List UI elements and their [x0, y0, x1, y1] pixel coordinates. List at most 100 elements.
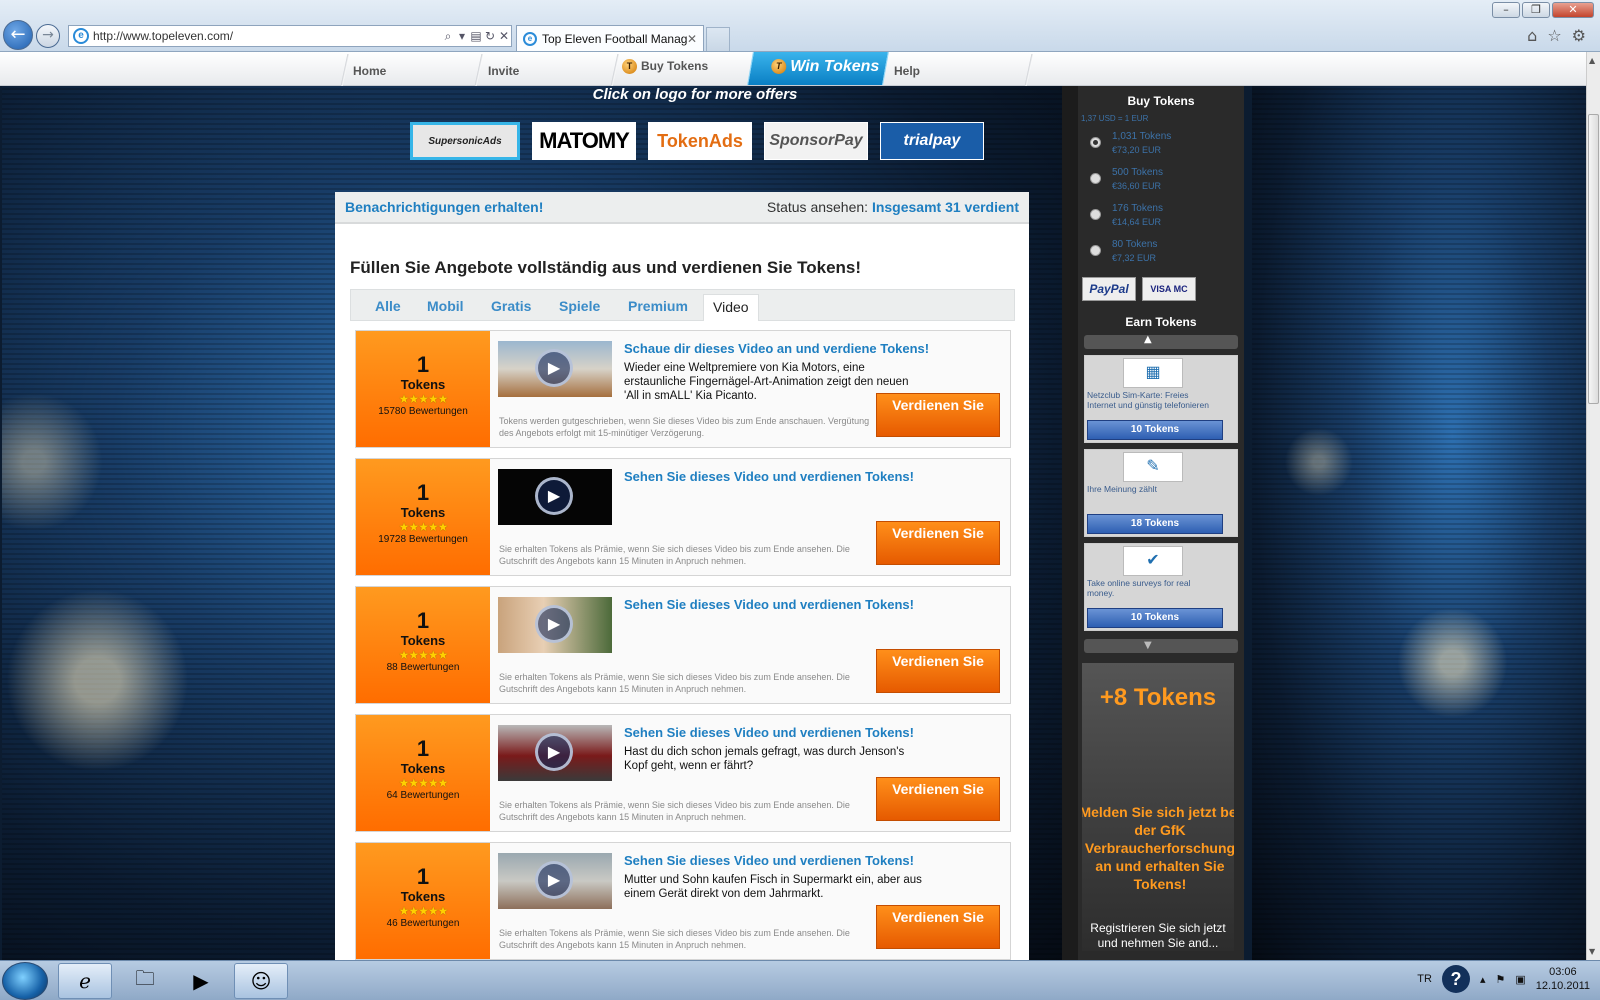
play-icon[interactable]: ▶ [535, 605, 573, 643]
gfk-promo[interactable]: +8 Tokens Melden Sie sich jetzt bei der … [1082, 663, 1234, 951]
tab-mobil[interactable]: Mobil [427, 298, 464, 314]
package-price: €7,32 EUR [1112, 253, 1157, 263]
app-taskbar-icon[interactable]: ☺ [234, 963, 288, 999]
search-icon[interactable]: ⌕ [441, 29, 455, 44]
url-text[interactable]: http://www.topeleven.com/ [93, 29, 441, 43]
tokenads-logo[interactable]: TokenAds [648, 122, 752, 160]
network-icon[interactable]: ▣ [1515, 973, 1525, 986]
earn-offer-card[interactable]: ✎ Ihre Meinung zählt 18 Tokens [1084, 449, 1238, 537]
page-scrollbar[interactable]: ▲ ▼ [1586, 52, 1600, 960]
play-icon[interactable]: ▶ [535, 861, 573, 899]
nav-home[interactable]: Home [353, 64, 386, 78]
video-thumbnail[interactable]: ▶ [498, 341, 612, 397]
stop-icon[interactable]: ✕ [497, 29, 511, 43]
nav-win-tokens[interactable]: T Win Tokens [747, 52, 889, 85]
paypal-button[interactable]: PayPal [1082, 277, 1136, 301]
video-thumbnail[interactable]: ▶ [498, 469, 612, 525]
tab-close-icon[interactable]: ✕ [687, 32, 703, 46]
earn-offer-card[interactable]: ▦ Netzclub Sim-Karte: Freies Internet un… [1084, 355, 1238, 443]
compat-view-icon[interactable]: ▤ [469, 29, 483, 43]
scroll-down-icon[interactable]: ▼ [1589, 947, 1595, 956]
browser-tab[interactable]: e Top Eleven Football Manag... ✕ [516, 25, 704, 51]
tab-spiele[interactable]: Spiele [559, 298, 600, 314]
favorites-icon[interactable]: ☆ [1547, 26, 1561, 45]
system-tray: TR ? ▴ ⚑ ▣ 03:06 12.10.2011 [1417, 965, 1590, 993]
tab-premium[interactable]: Premium [628, 298, 688, 314]
earn-offer-button[interactable]: 10 Tokens [1087, 420, 1223, 440]
offer-heading[interactable]: Schaue dir dieses Video an und verdiene … [624, 341, 929, 356]
tab-gratis[interactable]: Gratis [491, 298, 531, 314]
explorer-taskbar-icon[interactable]: 🗀 [118, 963, 172, 999]
offer-body: ▶ Sehen Sie dieses Video und verdienen T… [490, 715, 1010, 831]
media-player-taskbar-icon[interactable]: ▶ [174, 963, 228, 999]
package-radio[interactable] [1090, 137, 1101, 148]
video-thumbnail[interactable]: ▶ [498, 853, 612, 909]
start-button[interactable] [2, 962, 48, 1000]
status-value-link[interactable]: Insgesamt 31 verdient [872, 199, 1019, 215]
nav-help[interactable]: Help [894, 64, 920, 78]
video-thumbnail[interactable]: ▶ [498, 597, 612, 653]
earn-button[interactable]: Verdienen Sie [876, 905, 1000, 949]
earn-button[interactable]: Verdienen Sie [876, 521, 1000, 565]
earn-offer-text: Netzclub Sim-Karte: Freies Internet und … [1087, 390, 1209, 410]
gear-icon[interactable]: ⚙ [1572, 26, 1586, 45]
earn-offer-button[interactable]: 18 Tokens [1087, 514, 1223, 534]
package-radio[interactable] [1090, 245, 1101, 256]
checklist-icon: ✔ [1123, 546, 1183, 576]
refresh-icon[interactable]: ↻ [483, 29, 497, 43]
trialpay-logo[interactable]: trialpay [880, 122, 984, 160]
offer-heading[interactable]: Sehen Sie dieses Video und verdienen Tok… [624, 597, 914, 612]
restore-button[interactable]: ❐ [1522, 2, 1550, 18]
earn-button[interactable]: Verdienen Sie [876, 393, 1000, 437]
clock[interactable]: 03:06 12.10.2011 [1536, 965, 1590, 993]
credit-card-button[interactable]: VISA MC [1142, 277, 1196, 301]
token-package[interactable]: 1,031 Tokens €73,20 EUR [1084, 129, 1244, 165]
play-icon[interactable]: ▶ [535, 477, 573, 515]
offer-heading[interactable]: Sehen Sie dieses Video und verdienen Tok… [624, 853, 914, 868]
token-package[interactable]: 80 Tokens €7,32 EUR [1084, 237, 1244, 273]
offer-heading[interactable]: Sehen Sie dieses Video und verdienen Tok… [624, 725, 914, 740]
forward-button[interactable]: → [36, 24, 60, 48]
package-radio[interactable] [1090, 209, 1101, 220]
token-package[interactable]: 176 Tokens €14,64 EUR [1084, 201, 1244, 237]
minimize-button[interactable]: – [1492, 2, 1520, 18]
address-bar[interactable]: e http://www.topeleven.com/ ⌕ ▾ ▤ ↻ ✕ [68, 25, 512, 47]
video-thumbnail[interactable]: ▶ [498, 725, 612, 781]
sponsorpay-logo[interactable]: SponsorPay [764, 122, 868, 160]
package-radio[interactable] [1090, 173, 1101, 184]
action-center-icon[interactable]: ⚑ [1495, 973, 1505, 986]
earn-button[interactable]: Verdienen Sie [876, 777, 1000, 821]
home-icon[interactable]: ⌂ [1527, 26, 1537, 45]
earn-scroll-down[interactable]: ▼ [1084, 639, 1238, 653]
stadium-background-right [1252, 86, 1586, 960]
tab-alle[interactable]: Alle [375, 298, 401, 314]
language-indicator[interactable]: TR [1417, 973, 1432, 985]
notifications-link[interactable]: Benachrichtigungen erhalten! [345, 199, 543, 215]
show-hidden-icon[interactable]: ▴ [1480, 973, 1486, 986]
play-icon[interactable]: ▶ [535, 349, 573, 387]
help-icon[interactable]: ? [1441, 965, 1470, 993]
earn-scroll-up[interactable]: ▲ [1084, 335, 1238, 349]
status-label: Status ansehen: [766, 199, 869, 215]
new-tab-button[interactable] [706, 27, 730, 51]
matomy-logo[interactable]: MATOMY [532, 122, 636, 160]
scrollbar-thumb[interactable] [1588, 114, 1599, 404]
scroll-up-icon[interactable]: ▲ [1589, 56, 1595, 65]
offer-fine-print: Sie erhalten Tokens als Prämie, wenn Sie… [499, 672, 850, 694]
back-button[interactable]: ← [3, 20, 33, 50]
token-package[interactable]: 500 Tokens €36,60 EUR [1084, 165, 1244, 201]
offer-heading[interactable]: Sehen Sie dieses Video und verdienen Tok… [624, 469, 914, 484]
nav-invite[interactable]: Invite [488, 64, 519, 78]
offer-fine-print: Sie erhalten Tokens als Prämie, wenn Sie… [499, 800, 850, 822]
offer-reward: 1 Tokens ★★★★★ 46 Bewertungen [356, 843, 490, 959]
close-window-button[interactable]: ✕ [1552, 2, 1594, 18]
play-icon[interactable]: ▶ [535, 733, 573, 771]
tab-video[interactable]: Video [703, 294, 759, 321]
earn-button[interactable]: Verdienen Sie [876, 649, 1000, 693]
supersonicads-logo[interactable]: SupersonicAds [410, 122, 520, 160]
nav-buy-tokens[interactable]: T Buy Tokens [622, 59, 708, 75]
earn-offer-button[interactable]: 10 Tokens [1087, 608, 1223, 628]
ie-taskbar-icon[interactable]: ℯ [58, 963, 112, 999]
dropdown-icon[interactable]: ▾ [455, 29, 469, 43]
earn-offer-card[interactable]: ✔ Take online surveys for real money. 10… [1084, 543, 1238, 631]
